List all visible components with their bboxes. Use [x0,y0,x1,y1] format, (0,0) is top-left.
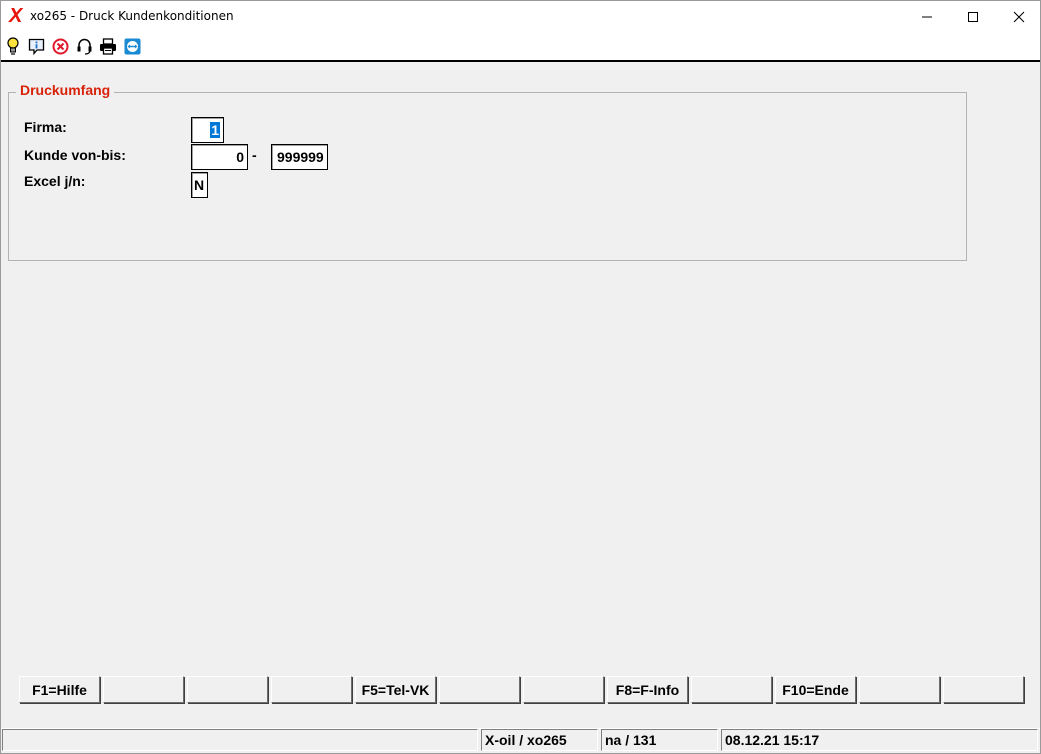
excel-label: Excel j/n: [24,173,86,189]
f2-button[interactable] [103,676,184,703]
range-separator: - [252,147,257,163]
kunde-label: Kunde von-bis: [24,147,126,163]
close-button[interactable] [996,1,1041,32]
app-logo: X [9,5,23,27]
f1-hilfe-button[interactable]: F1=Hilfe [19,676,100,703]
maximize-button[interactable] [950,1,996,32]
f9-button[interactable] [691,676,772,703]
maximize-icon [968,11,978,22]
info-icon[interactable] [27,37,45,55]
f5-tel-vk-button[interactable]: F5=Tel-VK [355,676,436,703]
teamviewer-icon[interactable] [123,37,141,55]
f6-button[interactable] [439,676,520,703]
f7-button[interactable] [523,676,604,703]
f10-ende-button[interactable]: F10=Ende [775,676,856,703]
headset-icon[interactable] [75,37,93,55]
minimize-button[interactable] [904,1,950,32]
status-datetime: 08.12.21 15:17 [721,729,1038,751]
druckumfang-groupbox [8,92,967,261]
printer-icon[interactable] [99,37,117,55]
f3-button[interactable] [187,676,268,703]
f11-button[interactable] [859,676,940,703]
status-message-cell [2,729,478,751]
firma-input[interactable]: 1 [191,117,224,143]
kunde-from-input[interactable]: 0 [191,144,248,170]
f8-f-info-button[interactable]: F8=F-Info [607,676,688,703]
title-bar[interactable]: X xo265 - Druck Kundenkonditionen [1,1,1040,32]
f4-button[interactable] [271,676,352,703]
lightbulb-icon[interactable] [4,37,22,55]
cancel-icon[interactable] [51,37,69,55]
minimize-icon [922,16,932,17]
firma-label: Firma: [24,119,67,135]
window-title: xo265 - Druck Kundenkonditionen [30,9,234,23]
status-user: na / 131 [601,729,718,751]
kunde-to-input[interactable]: 999999 [271,144,328,170]
status-program: X-oil / xo265 [481,729,598,751]
toolbar [1,32,1040,62]
firma-selected-value: 1 [210,122,220,138]
close-icon [1013,11,1025,22]
group-title: Druckumfang [16,82,115,98]
excel-input[interactable]: N [191,172,208,198]
f12-button[interactable] [943,676,1024,703]
